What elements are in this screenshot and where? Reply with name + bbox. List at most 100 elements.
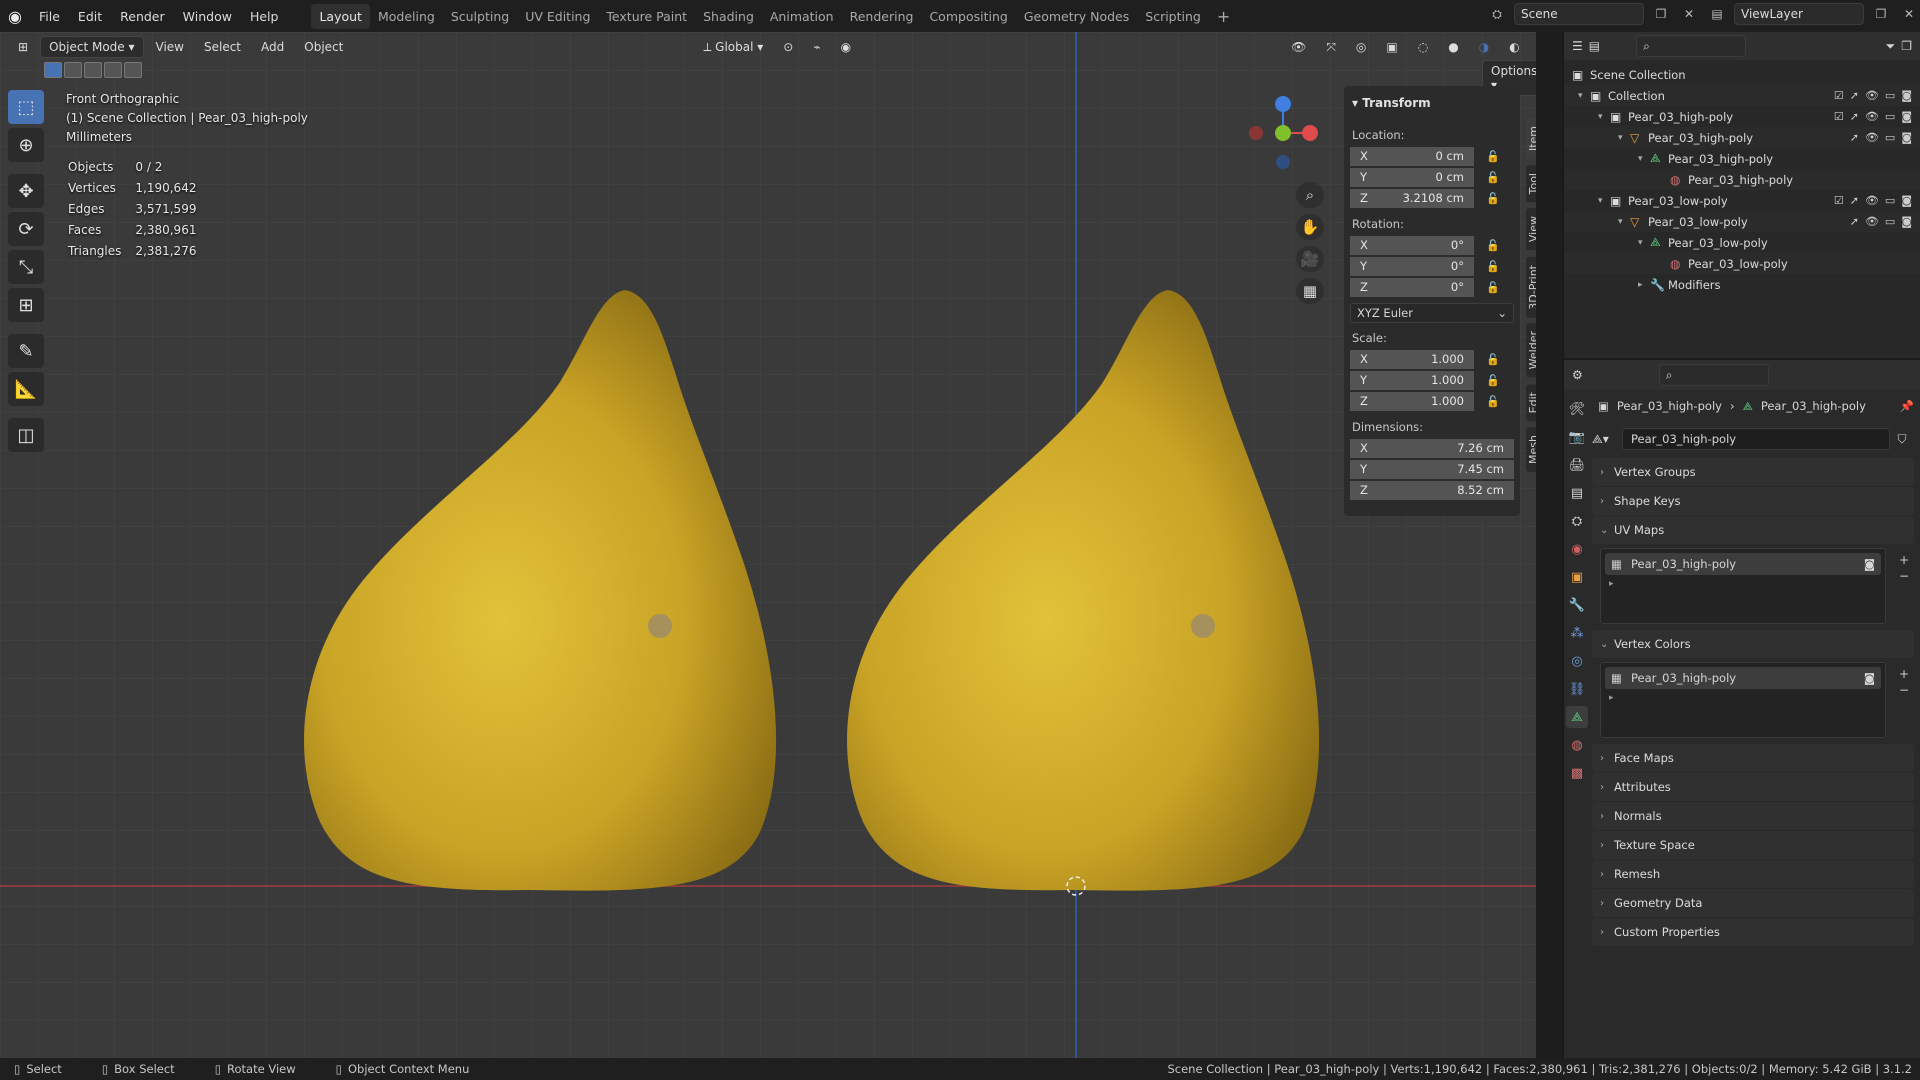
- new-collection-icon[interactable]: ❐: [1901, 39, 1912, 53]
- gizmo-z-icon[interactable]: [1275, 96, 1291, 112]
- tab-item[interactable]: Item: [1526, 118, 1536, 160]
- blender-logo-icon[interactable]: ◉: [0, 0, 30, 32]
- mesh-data-icon[interactable]: ⟁▾: [1592, 432, 1622, 447]
- constraints-tab-icon[interactable]: ⛓: [1566, 678, 1588, 700]
- select-arrow-icon[interactable]: ➚: [1850, 131, 1859, 144]
- outliner-item-low-material[interactable]: ◍ Pear_03_low-poly: [1564, 253, 1920, 274]
- list-item[interactable]: ▦ Pear_03_high-poly ◙: [1605, 667, 1881, 689]
- eye-icon[interactable]: 👁: [1865, 110, 1879, 123]
- pivot-icon[interactable]: ⊙: [775, 37, 801, 57]
- tab-scripting[interactable]: Scripting: [1137, 4, 1209, 29]
- eye-icon[interactable]: 👁: [1865, 89, 1879, 102]
- expand-arrow-icon[interactable]: ▾: [1638, 154, 1650, 164]
- section-custom-properties[interactable]: › Custom Properties: [1592, 918, 1914, 946]
- lock-icon[interactable]: 🔓: [1486, 192, 1504, 205]
- pin-icon[interactable]: 📌: [1900, 399, 1914, 413]
- outliner-item-high-object[interactable]: ▾ ▽ Pear_03_high-poly ➚ 👁 ▭ ◙: [1564, 127, 1920, 148]
- proportional-edit-icon[interactable]: ◉: [833, 37, 859, 57]
- dimensions-z-field[interactable]: Z 8.52 cm: [1350, 480, 1514, 501]
- editor-type-icon[interactable]: ⊞: [10, 37, 36, 57]
- render-tab-icon[interactable]: 📷: [1566, 426, 1588, 448]
- transform-tool-icon[interactable]: ⊞: [8, 288, 44, 322]
- select-arrow-icon[interactable]: ➚: [1850, 215, 1859, 228]
- tab-sculpting[interactable]: Sculpting: [443, 4, 517, 29]
- delete-view-layer-icon[interactable]: ✕: [1898, 3, 1920, 25]
- fake-user-shield-icon[interactable]: ⛉: [1890, 432, 1914, 447]
- lock-icon[interactable]: 🔓: [1486, 150, 1504, 163]
- lock-icon[interactable]: 🔓: [1486, 260, 1504, 273]
- section-uv-maps[interactable]: ⌄ UV Maps: [1592, 516, 1914, 544]
- remove-icon[interactable]: −: [1899, 569, 1909, 583]
- lock-icon[interactable]: 🔓: [1486, 281, 1504, 294]
- particles-tab-icon[interactable]: ⁂: [1566, 622, 1588, 644]
- lock-icon[interactable]: 🔓: [1486, 239, 1504, 252]
- filter-icon[interactable]: ⏷: [1886, 39, 1896, 54]
- select-new-icon[interactable]: [44, 62, 62, 78]
- rotate-tool-icon[interactable]: ⟳: [8, 212, 44, 246]
- lock-icon[interactable]: 🔓: [1486, 171, 1504, 184]
- ortho-grid-icon[interactable]: ▦: [1296, 278, 1324, 304]
- section-face-maps[interactable]: › Face Maps: [1592, 744, 1914, 772]
- monitor-icon[interactable]: ▭: [1885, 110, 1895, 123]
- add-workspace-icon[interactable]: +: [1209, 2, 1238, 31]
- pan-hand-icon[interactable]: ✋: [1296, 214, 1324, 240]
- 3d-viewport[interactable]: ⊞ Object Mode ▾ View Select Add Object ⟂…: [0, 32, 1536, 1058]
- world-tab-icon[interactable]: ◉: [1566, 538, 1588, 560]
- texture-tab-icon[interactable]: ▩: [1566, 762, 1588, 784]
- xray-icon[interactable]: ▣: [1378, 37, 1405, 57]
- shading-material-icon[interactable]: ◑: [1471, 37, 1497, 57]
- scene-field[interactable]: Scene: [1514, 3, 1644, 25]
- expand-arrow-icon[interactable]: ▸: [1601, 693, 1885, 703]
- snap-icon[interactable]: ⌁: [805, 37, 828, 57]
- section-shape-keys[interactable]: › Shape Keys: [1592, 487, 1914, 515]
- mode-dropdown[interactable]: Object Mode ▾: [40, 36, 144, 58]
- monitor-icon[interactable]: ▭: [1885, 215, 1895, 228]
- expand-arrow-icon[interactable]: ▾: [1578, 91, 1590, 101]
- orientation-dropdown[interactable]: ⟂ Global ▾: [695, 37, 771, 58]
- menu-edit[interactable]: Edit: [69, 9, 111, 24]
- rotation-x-field[interactable]: X 0°: [1350, 235, 1474, 256]
- expand-arrow-icon[interactable]: ▾: [1618, 133, 1630, 143]
- cursor-tool-icon[interactable]: ⊕: [8, 128, 44, 162]
- rotation-y-field[interactable]: Y 0°: [1350, 256, 1474, 277]
- shading-wireframe-icon[interactable]: ◌: [1410, 37, 1436, 57]
- view-layer-tab-icon[interactable]: ▤: [1566, 482, 1588, 504]
- select-extend-icon[interactable]: [64, 62, 82, 78]
- shading-rendered-icon[interactable]: ◐: [1501, 37, 1527, 57]
- new-scene-icon[interactable]: ❐: [1650, 3, 1672, 25]
- location-x-field[interactable]: X 0 cm: [1350, 146, 1474, 167]
- tab-geometry-nodes[interactable]: Geometry Nodes: [1016, 4, 1137, 29]
- gizmo-neg-x-icon[interactable]: [1249, 126, 1263, 140]
- outliner-item-collection[interactable]: ▾ ▣ Collection ☑ ➚ 👁 ▭ ◙: [1564, 85, 1920, 106]
- view-layer-field[interactable]: ViewLayer: [1734, 3, 1864, 25]
- mesh-data-name-field[interactable]: Pear_03_high-poly: [1622, 428, 1890, 450]
- modifier-tab-icon[interactable]: 🔧: [1566, 594, 1588, 616]
- section-geometry-data[interactable]: › Geometry Data: [1592, 889, 1914, 917]
- annotate-tool-icon[interactable]: ✎: [8, 334, 44, 368]
- camera-icon[interactable]: ◙: [1901, 110, 1912, 123]
- tab-modeling[interactable]: Modeling: [370, 4, 443, 29]
- gizmo-x-icon[interactable]: [1302, 125, 1318, 141]
- add-icon[interactable]: +: [1899, 553, 1909, 567]
- camera-icon[interactable]: ◙: [1864, 671, 1875, 685]
- tab-layout[interactable]: Layout: [311, 3, 370, 29]
- checkbox-icon[interactable]: ☑: [1834, 89, 1844, 102]
- view-layer-icon[interactable]: ▤: [1706, 3, 1728, 25]
- material-tab-icon[interactable]: ◍: [1566, 734, 1588, 756]
- outliner-item-low-object[interactable]: ▾ ▽ Pear_03_low-poly ➚ 👁 ▭ ◙: [1564, 211, 1920, 232]
- outliner-search-input[interactable]: ⌕: [1636, 35, 1747, 57]
- menu-add[interactable]: Add: [253, 37, 292, 57]
- outliner-item-low-mesh[interactable]: ▾ ⟁ Pear_03_low-poly: [1564, 232, 1920, 253]
- tab-tool[interactable]: Tool: [1526, 165, 1536, 203]
- menu-render[interactable]: Render: [111, 9, 174, 24]
- output-tab-icon[interactable]: 🖨: [1566, 454, 1588, 476]
- camera-icon[interactable]: ◙: [1901, 215, 1912, 228]
- menu-view[interactable]: View: [148, 37, 192, 57]
- section-attributes[interactable]: › Attributes: [1592, 773, 1914, 801]
- checkbox-icon[interactable]: ☑: [1834, 194, 1844, 207]
- tool-tab-icon[interactable]: 🛠: [1566, 398, 1588, 420]
- select-arrow-icon[interactable]: ➚: [1850, 89, 1859, 102]
- menu-object[interactable]: Object: [296, 37, 351, 57]
- select-intersect-icon[interactable]: [124, 62, 142, 78]
- transform-header[interactable]: ▾ Transform: [1350, 92, 1514, 120]
